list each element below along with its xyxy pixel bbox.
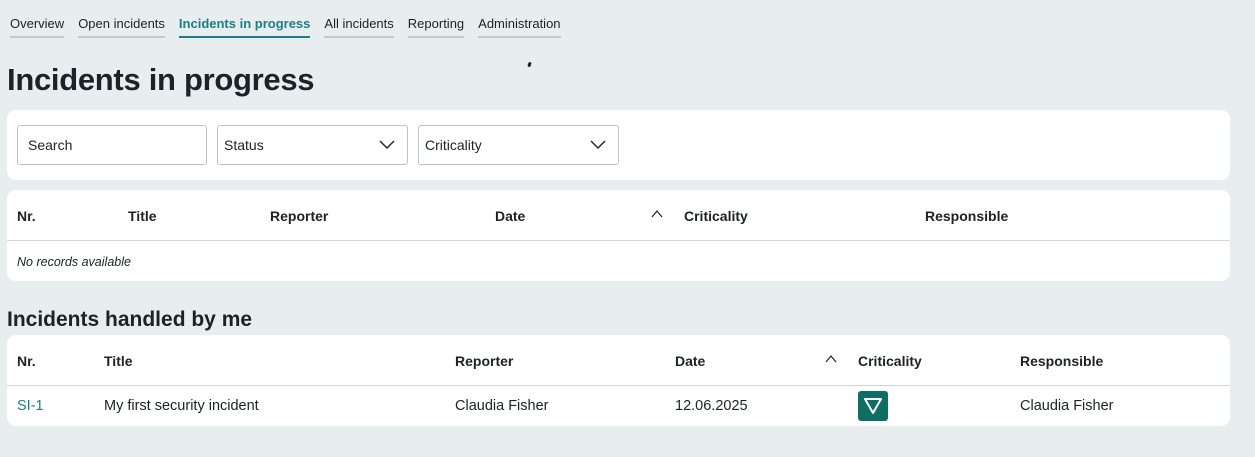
column-header-responsible[interactable]: Responsible [1020, 353, 1103, 369]
table-row[interactable]: SI-1 My first security incident Claudia … [7, 386, 1230, 426]
table-body: No records available [7, 241, 1230, 281]
incident-date: 12.06.2025 [675, 398, 748, 414]
top-nav-tabs: Overview Open incidents Incidents in pro… [10, 16, 561, 38]
page-title: Incidents in progress [7, 62, 315, 97]
table-header: Nr. Title Reporter Date Criticality Resp… [7, 190, 1230, 241]
column-header-reporter[interactable]: Reporter [455, 353, 513, 369]
table-header: Nr. Title Reporter Date Criticality Resp… [7, 335, 1230, 386]
column-header-nr[interactable]: Nr. [17, 353, 36, 369]
column-header-title[interactable]: Title [128, 208, 157, 224]
tab-all-incidents[interactable]: All incidents [324, 16, 394, 38]
status-select[interactable]: Status [217, 125, 408, 165]
section-title: Incidents handled by me [7, 308, 253, 331]
tab-open-incidents[interactable]: Open incidents [78, 16, 165, 38]
column-header-reporter[interactable]: Reporter [270, 208, 328, 224]
incident-responsible: Claudia Fisher [1020, 398, 1114, 414]
incidents-in-progress-table: Nr. Title Reporter Date Criticality Resp… [7, 190, 1230, 281]
incidents-handled-table: Nr. Title Reporter Date Criticality Resp… [7, 335, 1230, 426]
triangle-down-icon [864, 398, 882, 414]
criticality-select[interactable]: Criticality [418, 125, 619, 165]
chevron-down-icon [590, 140, 606, 149]
tab-incidents-in-progress[interactable]: Incidents in progress [178, 16, 311, 38]
column-header-date[interactable]: Date [675, 353, 705, 369]
incident-reporter: Claudia Fisher [455, 398, 549, 414]
column-header-date[interactable]: Date [495, 208, 525, 224]
tab-overview[interactable]: Overview [10, 16, 65, 38]
status-select-label: Status [224, 137, 264, 153]
search-field [17, 125, 207, 165]
filter-bar: Status Criticality [7, 110, 1230, 180]
tab-reporting[interactable]: Reporting [407, 16, 465, 38]
criticality-select-label: Criticality [425, 137, 482, 153]
cursor-mark [527, 61, 532, 68]
app-page: Overview Open incidents Incidents in pro… [0, 0, 1255, 457]
column-header-criticality[interactable]: Criticality [858, 353, 922, 369]
sort-ascending-icon[interactable] [825, 355, 837, 363]
incident-number-link[interactable]: SI-1 [17, 398, 44, 414]
column-header-criticality[interactable]: Criticality [684, 208, 748, 224]
incident-title: My first security incident [104, 398, 259, 414]
tab-administration[interactable]: Administration [478, 16, 561, 38]
empty-state-text: No records available [17, 255, 131, 269]
column-header-responsible[interactable]: Responsible [925, 208, 1008, 224]
search-input[interactable] [28, 137, 206, 153]
column-header-nr[interactable]: Nr. [17, 208, 36, 224]
column-header-title[interactable]: Title [104, 353, 133, 369]
chevron-down-icon [379, 140, 395, 149]
criticality-badge [858, 391, 888, 421]
sort-ascending-icon[interactable] [651, 210, 663, 218]
